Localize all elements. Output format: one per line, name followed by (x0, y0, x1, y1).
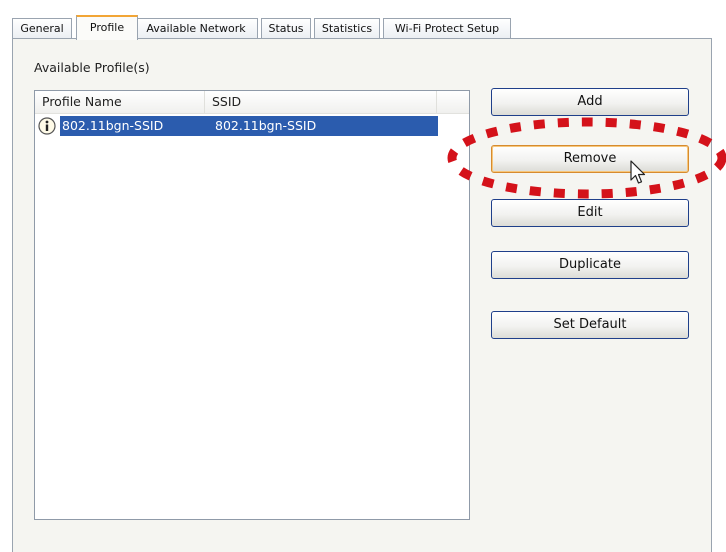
available-profiles-label: Available Profile(s) (34, 60, 150, 75)
profile-row[interactable]: 802.11bgn-SSID 802.11bgn-SSID (38, 116, 438, 136)
column-header-profile-name[interactable]: Profile Name (35, 91, 205, 113)
set-default-button[interactable]: Set Default (491, 311, 689, 339)
column-header-ssid[interactable]: SSID (205, 91, 437, 113)
ssid-cell: 802.11bgn-SSID (206, 116, 438, 136)
list-header: Profile Name SSID (35, 91, 469, 114)
tab-available-network[interactable]: Available Network (134, 18, 258, 38)
edit-button[interactable]: Edit (491, 199, 689, 227)
tab-status[interactable]: Status (261, 18, 311, 38)
info-icon (38, 117, 56, 135)
add-button[interactable]: Add (491, 88, 689, 116)
tab-strip: General Profile Available Network Status… (12, 15, 532, 40)
tab-statistics[interactable]: Statistics (314, 18, 380, 38)
profile-name-cell: 802.11bgn-SSID (60, 116, 206, 136)
profile-list[interactable]: Profile Name SSID 802.11bgn-SSID 802.11b… (34, 90, 470, 520)
duplicate-button[interactable]: Duplicate (491, 251, 689, 279)
tab-general[interactable]: General (12, 18, 72, 38)
remove-button[interactable]: Remove (491, 145, 689, 173)
tab-profile[interactable]: Profile (76, 15, 138, 40)
tab-wifi-protect-setup[interactable]: Wi-Fi Protect Setup (383, 18, 511, 38)
